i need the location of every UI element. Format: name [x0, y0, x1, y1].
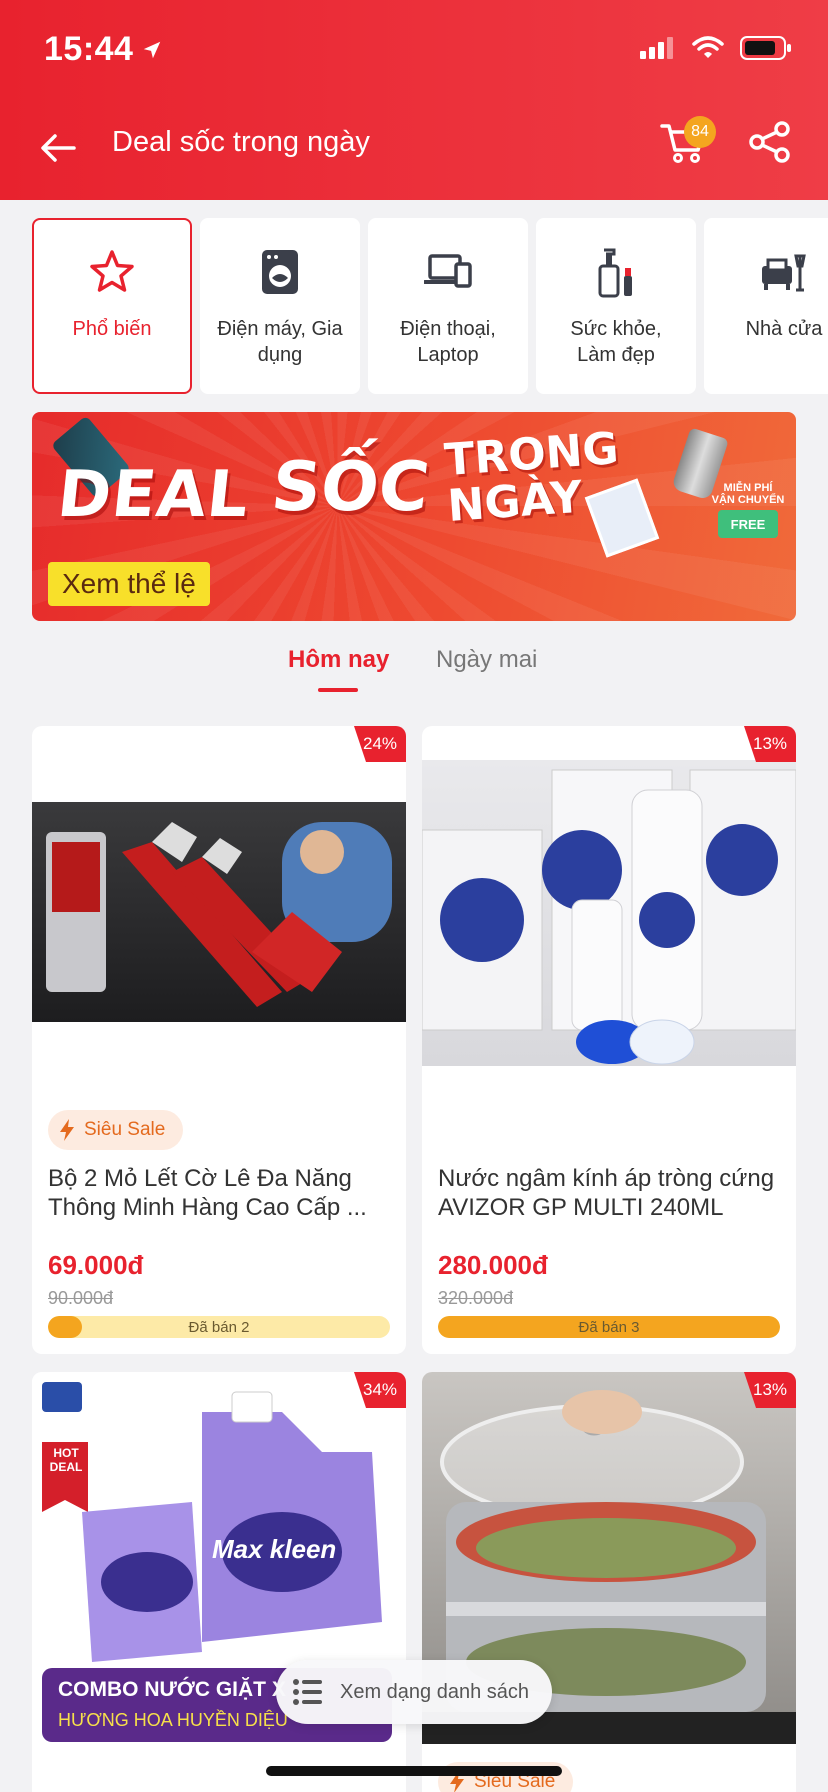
- product-price: 69.000đ: [48, 1250, 144, 1280]
- product-name: Bộ 2 Mỏ Lết Cờ Lê Đa Năng Thông Minh Hàn…: [48, 1165, 367, 1221]
- share-icon: [749, 121, 790, 163]
- day-tabs: Hôm nay Ngày mai: [0, 638, 828, 694]
- location-arrow-icon: [144, 41, 161, 58]
- product-card[interactable]: 34% HOT DEAL Max kleen COMBO NƯỚC GIẶT X…: [32, 1372, 406, 1792]
- category-label: Sức khỏe, Làm đẹp: [570, 318, 662, 366]
- cart-count-badge: 84: [684, 116, 716, 148]
- fragrance-label: HƯƠNG HOA HUYỀN DIỆU: [58, 1710, 288, 1730]
- category-popular[interactable]: Phổ biến: [32, 218, 192, 394]
- category-label: Phổ biến: [72, 318, 152, 340]
- header: 15:44 Deal sốc trong ngày 84: [0, 0, 828, 200]
- arrow-left-icon: [41, 134, 76, 162]
- category-label: Điện thoại, Laptop: [400, 318, 496, 366]
- sold-count: Đã bán 2: [188, 1318, 250, 1336]
- discount-badge: 24%: [354, 726, 406, 762]
- product-name: Nước ngâm kính áp tròng cứng AVIZOR GP M…: [438, 1165, 775, 1221]
- hot-deal-label: HOT DEAL: [49, 1446, 83, 1474]
- cosmetics-icon: [590, 246, 642, 298]
- home-indicator: [266, 1766, 562, 1776]
- banner-word-deal: DEAL: [54, 458, 254, 532]
- maxkleen-brand-label: Max kleen: [212, 1534, 337, 1564]
- super-sale-badge: Siêu Sale: [48, 1110, 184, 1150]
- status-bar: 15:44: [0, 0, 828, 100]
- deal-page: 15:44 Deal sốc trong ngày 84 Phổ biến Đi…: [0, 0, 828, 1792]
- banner-word-soc: SỐC: [267, 448, 433, 527]
- laptop-phone-icon: [422, 246, 474, 298]
- active-tab-indicator: [318, 688, 358, 692]
- status-time: 15:44: [44, 30, 163, 69]
- product-old-price: 320.000đ: [438, 1288, 514, 1308]
- nav-bar: Deal sốc trong ngày 84: [0, 100, 828, 200]
- back-button[interactable]: [30, 120, 86, 176]
- sofa-icon: [758, 246, 810, 298]
- combo-label: COMBO NƯỚC GIẶT X: [58, 1678, 286, 1701]
- super-sale-label: Siêu Sale: [84, 1119, 166, 1140]
- product-image-wrench: [32, 802, 406, 1022]
- list-view-toggle-button[interactable]: Xem dạng danh sách: [276, 1660, 552, 1724]
- sold-count: Đã bán 3: [578, 1318, 640, 1336]
- free-shipping-line2: VẬN CHUYỂN: [711, 494, 785, 506]
- sold-progress-bar: Đã bán 2: [48, 1316, 390, 1338]
- lightning-icon: [60, 1119, 74, 1141]
- free-shipping-line1: MIỄN PHÍ: [723, 482, 773, 494]
- share-button[interactable]: [748, 120, 798, 170]
- category-label: Nhà cửa: [745, 318, 823, 340]
- discount-badge: 13%: [744, 726, 796, 762]
- deal-banner[interactable]: DEAL SỐC TRONG NGÀY MIỄN PHÍ VẬN CHUYỂN …: [32, 412, 796, 621]
- product-price: 280.000đ: [438, 1250, 548, 1280]
- star-icon: [86, 246, 138, 298]
- category-health-beauty[interactable]: Sức khỏe, Làm đẹp: [536, 218, 696, 394]
- tab-tomorrow[interactable]: Ngày mai: [436, 646, 537, 674]
- truck-icon: FREE: [718, 510, 778, 538]
- category-label: Điện máy, Gia dụng: [217, 318, 343, 366]
- wifi-icon: [692, 36, 724, 58]
- signal-icon: [640, 37, 673, 59]
- product-old-price: 90.000đ: [48, 1288, 114, 1308]
- status-icons: [640, 36, 792, 60]
- list-view-label: Xem dạng danh sách: [340, 1680, 530, 1703]
- product-card[interactable]: 13% Siêu Sale: [422, 1372, 796, 1792]
- product-card[interactable]: 13% Nước ngâm kính áp tròng cứng AVIZOR …: [422, 726, 796, 1354]
- battery-icon: [740, 36, 791, 60]
- free-shipping-badge: MIỄN PHÍ VẬN CHUYỂN FREE: [708, 482, 788, 552]
- category-appliances[interactable]: Điện máy, Gia dụng: [200, 218, 360, 394]
- tab-today[interactable]: Hôm nay: [288, 646, 389, 674]
- category-home[interactable]: Nhà cửa: [704, 218, 828, 394]
- washing-machine-icon: [254, 246, 306, 298]
- product-image-avizor: [422, 760, 796, 1066]
- product-card[interactable]: 24% Siêu Sale Bộ 2 Mỏ Lết Cờ Lê Đa Năng …: [32, 726, 406, 1354]
- category-phones-laptops[interactable]: Điện thoại, Laptop: [368, 218, 528, 394]
- page-title: Deal sốc trong ngày: [112, 126, 370, 158]
- category-bar: Phổ biến Điện máy, Gia dụng Điện thoại, …: [32, 218, 828, 394]
- list-icon: [293, 1679, 322, 1705]
- free-label: FREE: [730, 516, 766, 532]
- view-rules-button[interactable]: Xem thể lệ: [48, 562, 210, 606]
- sold-progress-bar: Đã bán 3: [438, 1316, 780, 1338]
